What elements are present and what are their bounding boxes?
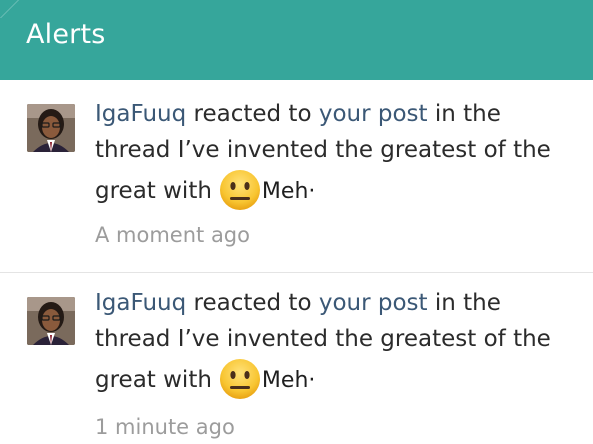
alert-message: IgaFuuq reacted to your post in the thre… bbox=[95, 285, 565, 401]
username-link[interactable]: IgaFuuq bbox=[95, 290, 186, 316]
alert-action: reacted to bbox=[193, 101, 312, 127]
avatar[interactable] bbox=[27, 297, 75, 345]
alerts-header: Alerts bbox=[0, 0, 593, 80]
post-link[interactable]: your post bbox=[319, 290, 428, 316]
avatar[interactable] bbox=[27, 104, 75, 152]
alert-action: reacted to bbox=[193, 290, 312, 316]
neutral-face-icon bbox=[218, 168, 262, 212]
alert-item[interactable]: IgaFuuq reacted to your post in the thre… bbox=[0, 80, 593, 272]
alert-item[interactable]: IgaFuuq reacted to your post in the thre… bbox=[0, 273, 593, 444]
header-glint bbox=[0, 0, 19, 18]
neutral-face-icon bbox=[218, 357, 262, 401]
post-link[interactable]: your post bbox=[319, 101, 428, 127]
reaction-label: Meh· bbox=[261, 179, 316, 204]
reaction-label: Meh· bbox=[261, 368, 316, 393]
alert-timestamp: A moment ago bbox=[95, 223, 250, 247]
alert-timestamp: 1 minute ago bbox=[95, 415, 235, 439]
username-link[interactable]: IgaFuuq bbox=[95, 101, 186, 127]
page-title: Alerts bbox=[26, 19, 106, 50]
alert-message: IgaFuuq reacted to your post in the thre… bbox=[95, 96, 565, 212]
